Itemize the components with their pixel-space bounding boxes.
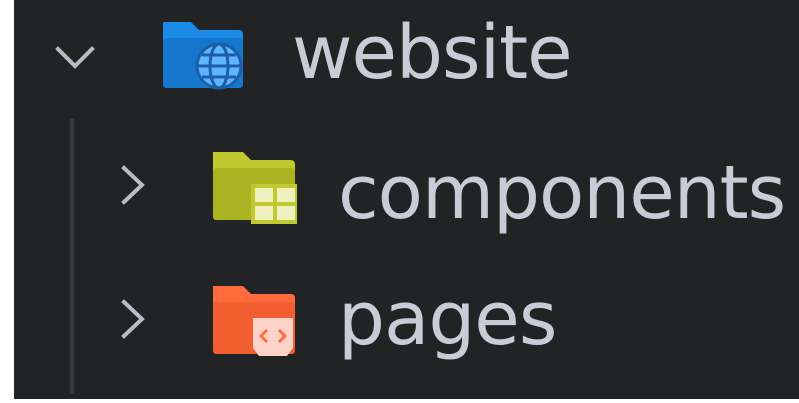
page-border: [0, 399, 799, 403]
tree-item-website[interactable]: website: [14, 8, 799, 118]
tree-item-label: website: [292, 10, 573, 96]
chevron-right-icon[interactable]: [112, 164, 154, 206]
tree-item-pages[interactable]: pages: [14, 270, 799, 380]
tree-item-label: pages: [338, 276, 557, 362]
tree-item-components[interactable]: components: [14, 138, 799, 248]
chevron-right-icon[interactable]: [112, 298, 154, 340]
chevron-down-icon[interactable]: [54, 36, 96, 78]
folder-pages-icon: [209, 282, 301, 358]
folder-globe-icon: [159, 16, 251, 92]
file-explorer-tree: website components pages: [14, 0, 799, 403]
folder-components-icon: [209, 148, 301, 224]
tree-item-label: components: [338, 150, 786, 236]
